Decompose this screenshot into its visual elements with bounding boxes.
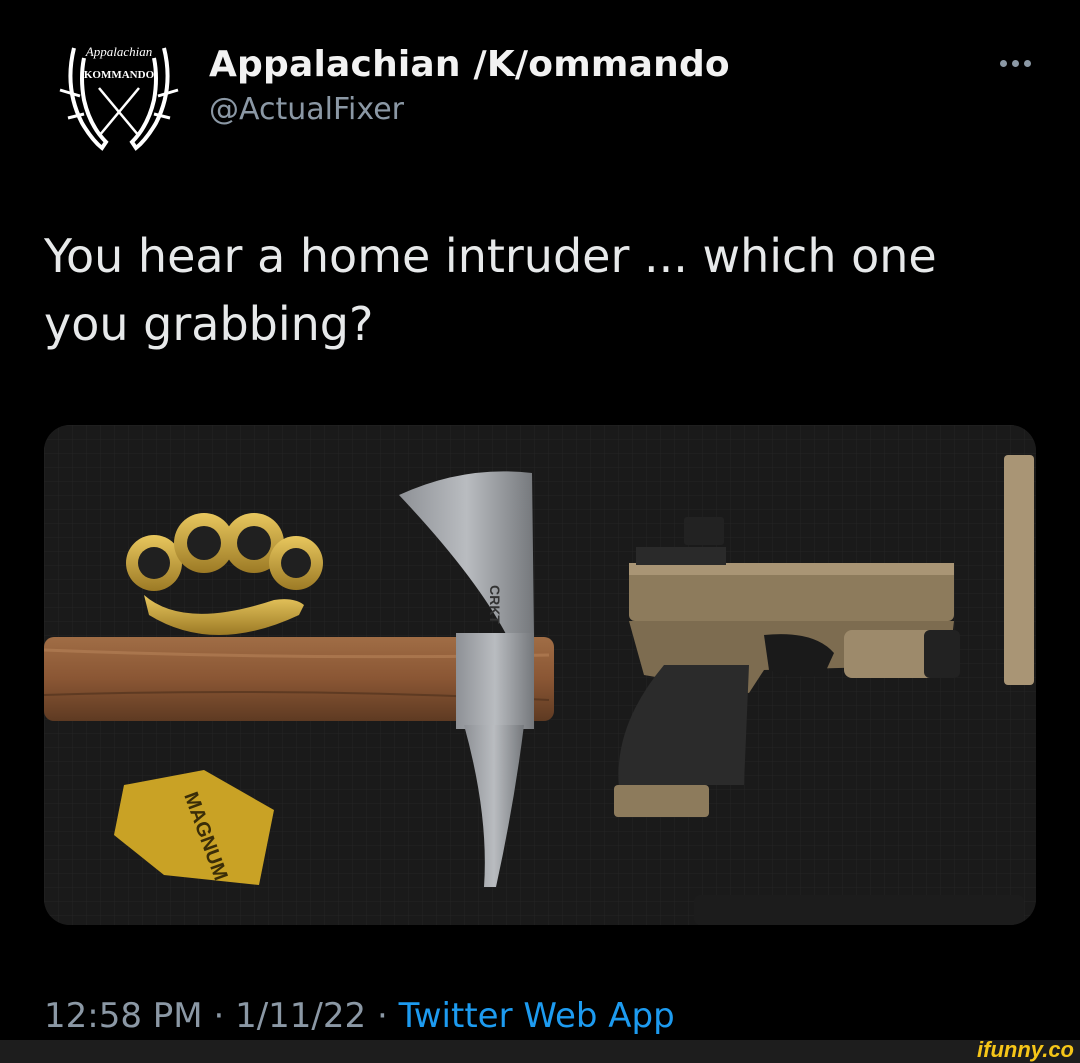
source-app-link[interactable]: Twitter Web App [399, 996, 675, 1036]
more-dot-icon [1024, 60, 1031, 67]
more-dot-icon [1000, 60, 1007, 67]
avatar[interactable]: Appalachian KOMMANDO [44, 18, 194, 168]
meta-separator: · [376, 996, 388, 1036]
tweet-text: You hear a home intruder ... which one y… [44, 222, 1054, 358]
tweet-date[interactable]: 1/11/22 [235, 996, 366, 1036]
tweet-text-line-2: you grabbing? [44, 297, 374, 351]
avatar-top-text: Appalachian [85, 44, 152, 59]
photo-illustration: CRKT MAGNUM [44, 425, 1036, 925]
user-handle[interactable]: @ActualFixer [209, 92, 404, 127]
watermark-bar [0, 1040, 1080, 1063]
tweet-text-line-1: You hear a home intruder ... which one [44, 229, 937, 283]
more-options-button[interactable] [1000, 54, 1044, 74]
tweet-meta: 12:58 PM · 1/11/22 · Twitter Web App [44, 996, 675, 1036]
ifunny-watermark: ifunny.co [977, 1037, 1074, 1062]
axe-brand-text: CRKT [487, 585, 503, 624]
display-name[interactable]: Appalachian /K/ommando [209, 44, 730, 85]
meta-separator: · [213, 996, 225, 1036]
more-dot-icon [1012, 60, 1019, 67]
tweet-photo[interactable]: CRKT MAGNUM [44, 425, 1036, 925]
tweet-header: Appalachian KOMMANDO Appalachian /K/omma… [44, 18, 1044, 168]
avatar-bottom-text: KOMMANDO [84, 69, 155, 81]
tweet-time[interactable]: 12:58 PM [44, 996, 203, 1036]
